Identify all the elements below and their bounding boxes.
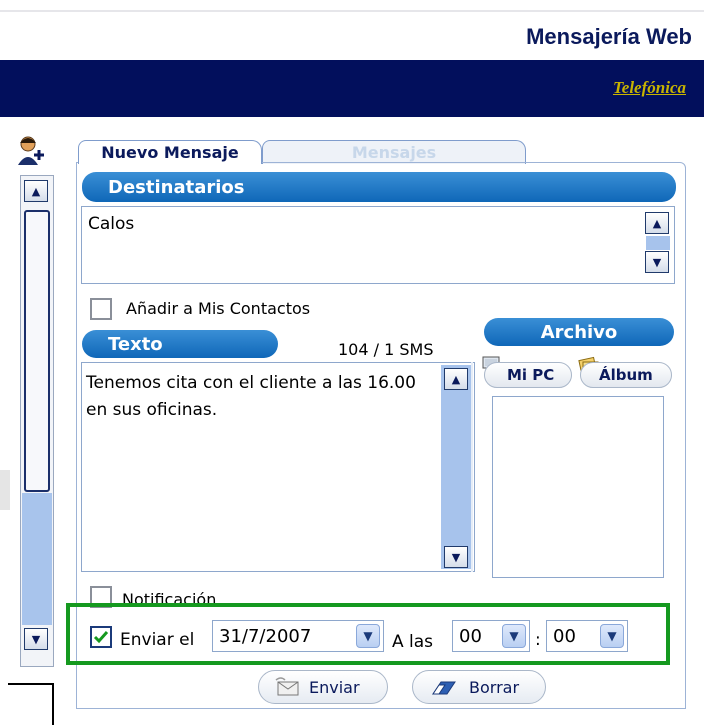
sms-counter: 104 / 1 SMS bbox=[338, 340, 434, 359]
contacts-scroll-up-button[interactable]: ▲ bbox=[24, 180, 48, 202]
send-on-label: Enviar el bbox=[120, 630, 195, 650]
chevron-down-icon[interactable]: ▼ bbox=[600, 624, 624, 648]
recipients-value[interactable]: Calos bbox=[88, 214, 134, 234]
hour-value: 00 bbox=[459, 625, 482, 647]
texto-header: Texto bbox=[82, 330, 278, 358]
hour-select[interactable]: 00 ▼ bbox=[452, 620, 530, 652]
eraser-icon bbox=[429, 678, 457, 700]
recipients-field[interactable] bbox=[81, 206, 675, 284]
at-time-label: A las bbox=[392, 632, 434, 652]
message-scroll-down-button[interactable]: ▼ bbox=[444, 546, 468, 568]
arrow-down-icon: ▼ bbox=[451, 550, 461, 564]
clear-button[interactable]: Borrar bbox=[412, 670, 546, 704]
album-button[interactable]: Álbum bbox=[580, 362, 672, 388]
add-contact-icon[interactable] bbox=[16, 135, 46, 167]
send-label: Enviar bbox=[309, 677, 360, 697]
arrow-down-icon: ▼ bbox=[31, 632, 41, 646]
arrow-up-icon: ▲ bbox=[31, 184, 41, 198]
recipients-scroll-up-button[interactable]: ▲ bbox=[645, 212, 669, 234]
minute-select[interactable]: 00 ▼ bbox=[546, 620, 628, 652]
top-divider bbox=[0, 10, 704, 12]
date-value: 31/7/2007 bbox=[219, 625, 312, 647]
minute-value: 00 bbox=[553, 625, 576, 647]
arrow-up-icon: ▲ bbox=[652, 216, 662, 230]
contacts-scroll-down-button[interactable]: ▼ bbox=[24, 628, 48, 650]
archivo-header: Archivo bbox=[484, 318, 674, 346]
arrow-down-icon: ▼ bbox=[652, 255, 662, 269]
arrow-up-icon: ▲ bbox=[451, 372, 461, 386]
app-title: Mensajería Web bbox=[526, 24, 692, 49]
tab-nuevo-mensaje[interactable]: Nuevo Mensaje bbox=[78, 140, 262, 164]
clear-label: Borrar bbox=[469, 677, 520, 697]
chevron-down-icon[interactable]: ▼ bbox=[356, 624, 380, 648]
send-envelope-icon bbox=[275, 677, 301, 701]
contacts-scroll-track[interactable] bbox=[22, 493, 52, 625]
message-scroll-gutter bbox=[471, 362, 473, 572]
checkmark-icon bbox=[93, 631, 109, 644]
recipients-scroll-down-button[interactable]: ▼ bbox=[645, 251, 669, 273]
recipients-scroll-track[interactable] bbox=[646, 236, 670, 250]
destinatarios-header: Destinatarios bbox=[82, 172, 676, 202]
message-scroll-up-button[interactable]: ▲ bbox=[444, 368, 468, 390]
left-edge-shade bbox=[0, 470, 10, 510]
chevron-down-icon[interactable]: ▼ bbox=[502, 624, 526, 648]
attachments-list[interactable] bbox=[492, 396, 664, 578]
date-select[interactable]: 31/7/2007 ▼ bbox=[212, 620, 384, 652]
schedule-send-checkbox[interactable] bbox=[90, 626, 112, 648]
brand-bar bbox=[0, 60, 704, 117]
left-frame-corner bbox=[8, 683, 54, 725]
message-scroll-track[interactable] bbox=[441, 365, 471, 569]
contacts-scroll-thumb[interactable] bbox=[24, 210, 50, 492]
add-contacts-label: Añadir a Mis Contactos bbox=[126, 299, 311, 318]
tab-mensajes[interactable]: Mensajes bbox=[262, 140, 526, 164]
add-contacts-checkbox[interactable] bbox=[90, 298, 112, 320]
message-text[interactable]: Tenemos cita con el cliente a las 16.00 … bbox=[86, 370, 431, 424]
send-button[interactable]: Enviar bbox=[258, 670, 388, 704]
time-separator: : bbox=[535, 630, 541, 650]
telefonica-logo: Telefónica bbox=[612, 78, 686, 97]
mi-pc-button[interactable]: Mi PC bbox=[484, 362, 572, 388]
